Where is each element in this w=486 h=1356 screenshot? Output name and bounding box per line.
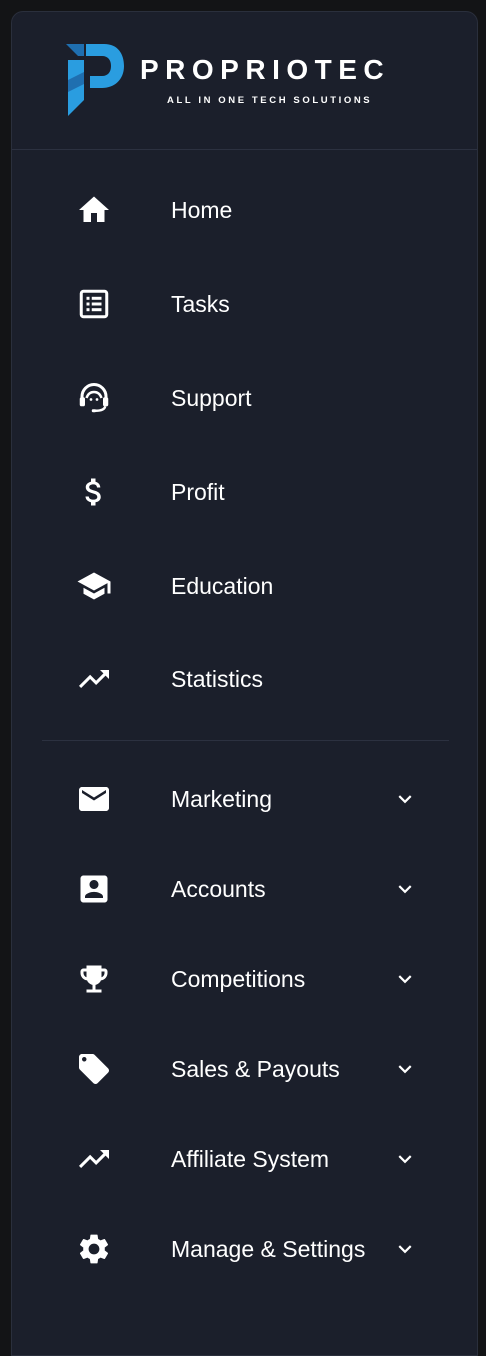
nav-label: Tasks bbox=[171, 291, 230, 317]
mail-icon bbox=[76, 781, 112, 817]
nav-label: Competitions bbox=[171, 966, 306, 992]
dollar-icon bbox=[76, 474, 112, 510]
nav-label: Marketing bbox=[171, 786, 272, 812]
nav-label: Statistics bbox=[171, 666, 264, 692]
nav-item-competitions[interactable]: Competitions bbox=[12, 949, 477, 1009]
account-box-icon bbox=[76, 871, 112, 907]
list-icon bbox=[76, 286, 112, 322]
propriotec-logo-icon bbox=[66, 44, 124, 116]
chevron-down-icon[interactable] bbox=[392, 876, 418, 902]
brand-header[interactable]: PROPRIOTEC ALL IN ONE TECH SOLUTIONS bbox=[12, 12, 477, 150]
trending-up-icon bbox=[76, 1141, 112, 1177]
nav-item-statistics[interactable]: Statistics bbox=[12, 649, 477, 709]
headset-icon bbox=[76, 380, 112, 416]
nav-item-education[interactable]: Education bbox=[12, 556, 477, 616]
nav-label: Home bbox=[171, 197, 233, 223]
brand-name: PROPRIOTEC bbox=[140, 54, 391, 85]
trophy-icon bbox=[76, 961, 112, 997]
chevron-down-icon[interactable] bbox=[392, 1146, 418, 1172]
chevron-down-icon[interactable] bbox=[392, 1056, 418, 1082]
nav-item-profit[interactable]: Profit bbox=[12, 462, 477, 522]
nav-label: Manage & Settings bbox=[171, 1236, 366, 1262]
nav-label: Affiliate System bbox=[171, 1146, 330, 1172]
gear-icon bbox=[76, 1231, 112, 1267]
graduation-cap-icon bbox=[76, 568, 112, 604]
trending-up-icon bbox=[76, 661, 112, 697]
chevron-down-icon[interactable] bbox=[392, 966, 418, 992]
nav-label: Profit bbox=[171, 479, 225, 505]
nav-item-support[interactable]: Support bbox=[12, 368, 477, 428]
home-icon bbox=[76, 192, 112, 228]
nav-item-accounts[interactable]: Accounts bbox=[12, 859, 477, 919]
brand-tagline: ALL IN ONE TECH SOLUTIONS bbox=[167, 95, 373, 106]
nav-label: Accounts bbox=[171, 876, 266, 902]
nav-item-tasks[interactable]: Tasks bbox=[12, 274, 477, 334]
nav-label: Support bbox=[171, 385, 252, 411]
tag-icon bbox=[76, 1051, 112, 1087]
nav-label: Education bbox=[171, 573, 274, 599]
chevron-down-icon[interactable] bbox=[392, 786, 418, 812]
nav-divider bbox=[42, 740, 449, 741]
chevron-down-icon[interactable] bbox=[392, 1236, 418, 1262]
nav-item-home[interactable]: Home bbox=[12, 180, 477, 240]
sidebar: PROPRIOTEC ALL IN ONE TECH SOLUTIONS Hom… bbox=[11, 11, 478, 1356]
nav-item-sales-payouts[interactable]: Sales & Payouts bbox=[12, 1039, 477, 1099]
nav-label: Sales & Payouts bbox=[171, 1056, 340, 1082]
nav-item-manage-settings[interactable]: Manage & Settings bbox=[12, 1219, 477, 1279]
nav-item-affiliate-system[interactable]: Affiliate System bbox=[12, 1129, 477, 1189]
nav-item-marketing[interactable]: Marketing bbox=[12, 769, 477, 829]
